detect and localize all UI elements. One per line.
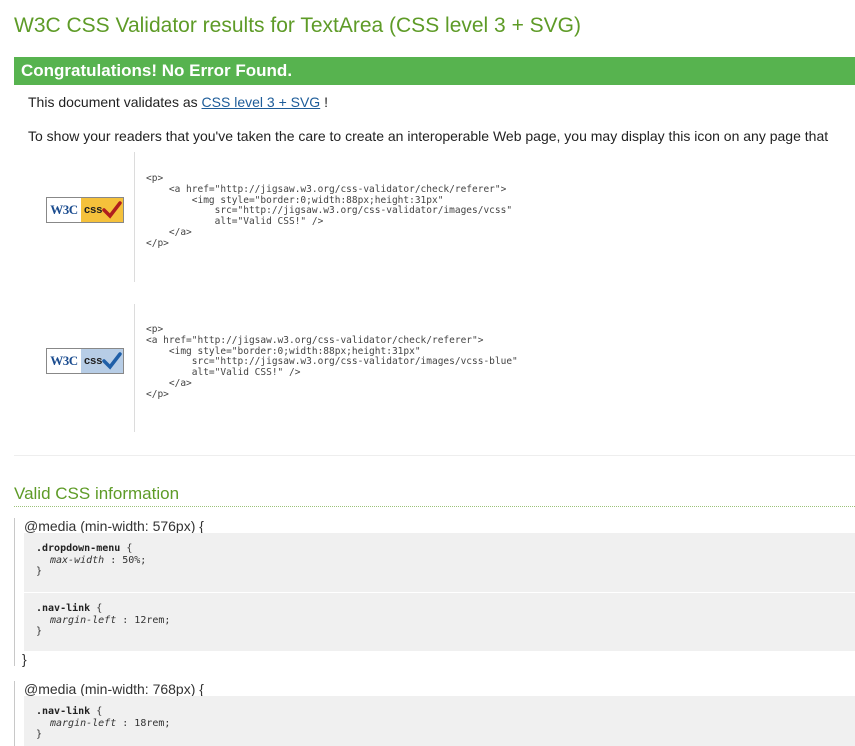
media-block: @media (min-width: 768px) { .nav-link { … bbox=[14, 681, 855, 746]
media-indent-bar bbox=[14, 681, 15, 746]
open-brace: { bbox=[90, 706, 103, 717]
close-brace: } bbox=[36, 566, 43, 577]
css-selector: .nav-link bbox=[36, 603, 91, 614]
open-brace: { bbox=[90, 603, 103, 614]
close-brace: } bbox=[36, 729, 43, 740]
css-property: margin-left bbox=[50, 717, 117, 729]
media-close-brace: } bbox=[22, 651, 27, 667]
page-title: W3C CSS Validator results for TextArea (… bbox=[14, 14, 582, 37]
media-query: @media (min-width: 768px) { bbox=[24, 681, 204, 697]
css-property: max-width bbox=[50, 554, 105, 566]
code-divider bbox=[134, 304, 135, 432]
badge-code-snippet[interactable]: <p> <a href="http://jigsaw.w3.org/css-va… bbox=[146, 324, 518, 401]
validates-suffix: ! bbox=[320, 94, 328, 110]
valid-css-badge-blue[interactable]: W3C css bbox=[46, 348, 124, 374]
css-separator: : bbox=[116, 717, 135, 729]
readers-text: To show your readers that you've taken t… bbox=[28, 128, 829, 144]
css-level-link[interactable]: CSS level 3 + SVG bbox=[202, 94, 321, 110]
media-block: @media (min-width: 576px) { .dropdown-me… bbox=[14, 518, 855, 667]
css-property: margin-left bbox=[50, 614, 117, 626]
validates-prefix: This document validates as bbox=[28, 94, 202, 110]
valid-css-info-heading: Valid CSS information bbox=[14, 484, 855, 507]
css-declaration: max-width : 50%; bbox=[36, 555, 855, 567]
css-rule: .nav-link { margin-left : 12rem; } bbox=[24, 593, 855, 651]
css-selector: .nav-link bbox=[36, 706, 91, 717]
w3c-logo: W3C bbox=[47, 198, 81, 222]
css-separator: : bbox=[116, 614, 135, 626]
css-separator: : bbox=[104, 554, 123, 566]
css-value: 12rem; bbox=[134, 614, 171, 626]
checkmark-icon bbox=[102, 352, 122, 370]
section-divider bbox=[14, 455, 855, 456]
css-declaration: margin-left : 12rem; bbox=[36, 615, 855, 627]
w3c-logo: W3C bbox=[47, 349, 81, 373]
css-text: css bbox=[84, 355, 103, 367]
media-query: @media (min-width: 576px) { bbox=[24, 518, 204, 534]
code-divider bbox=[134, 152, 135, 282]
css-label: css bbox=[81, 349, 123, 373]
close-brace: } bbox=[36, 626, 43, 637]
checkmark-icon bbox=[102, 201, 122, 219]
css-label: css bbox=[81, 198, 123, 222]
valid-css-badge-gold[interactable]: W3C css bbox=[46, 197, 124, 223]
open-brace: { bbox=[120, 543, 133, 554]
success-banner: Congratulations! No Error Found. bbox=[14, 57, 855, 85]
css-value: 18rem; bbox=[134, 717, 171, 729]
css-value: 50%; bbox=[122, 554, 147, 566]
css-text: css bbox=[84, 204, 103, 216]
validates-text: This document validates as CSS level 3 +… bbox=[28, 94, 328, 110]
css-selector: .dropdown-menu bbox=[36, 543, 121, 554]
css-rule: .nav-link { margin-left : 18rem; } bbox=[24, 696, 855, 746]
media-indent-bar bbox=[14, 518, 15, 666]
css-rule: .dropdown-menu { max-width : 50%; } bbox=[24, 533, 855, 592]
badge-code-snippet[interactable]: <p> <a href="http://jigsaw.w3.org/css-va… bbox=[146, 173, 512, 250]
css-declaration: margin-left : 18rem; bbox=[36, 718, 855, 730]
